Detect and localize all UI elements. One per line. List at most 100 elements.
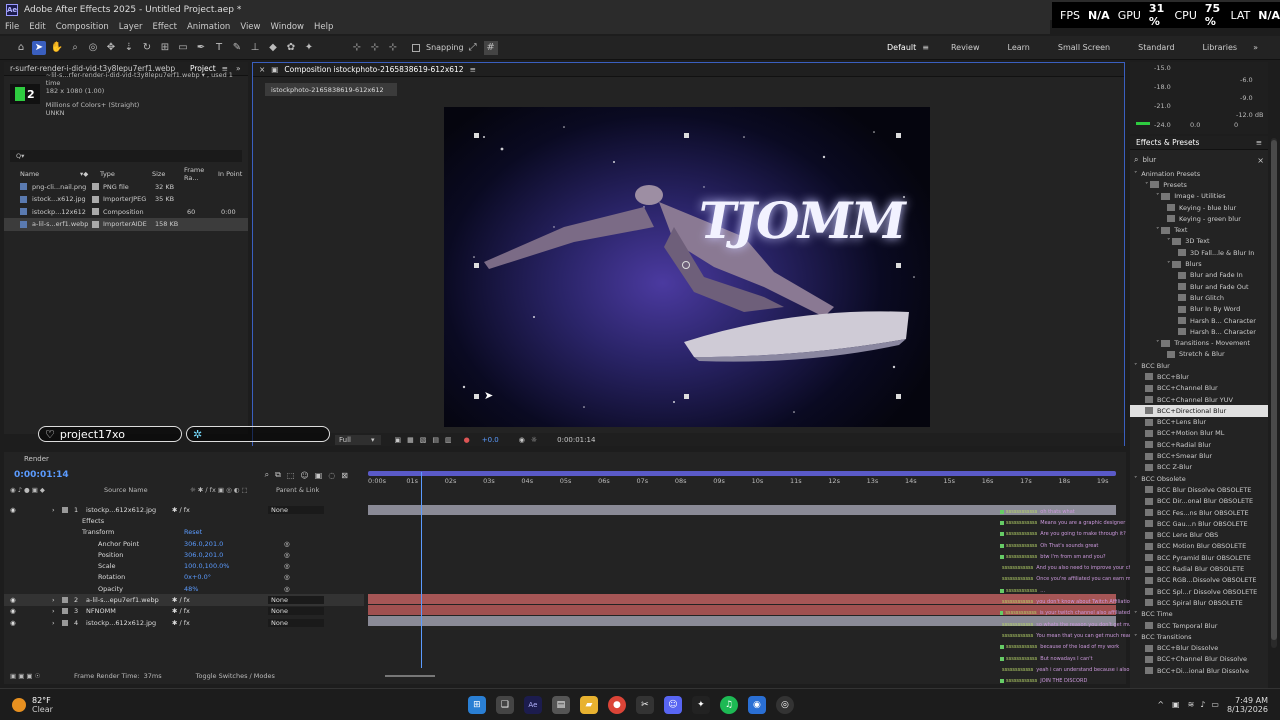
timeline-tab[interactable]: Render bbox=[24, 455, 49, 463]
discord-icon[interactable]: ☺ bbox=[663, 695, 682, 714]
effects-tree-item[interactable]: BCC Lens Blur OBS bbox=[1130, 530, 1268, 541]
layer-property[interactable]: Anchor Point 306.0,201.0 ◎ bbox=[4, 538, 364, 549]
transparency-grid-icon[interactable]: ▦ bbox=[407, 436, 414, 444]
effects-tree-item[interactable]: ˅ BCC Obsolete bbox=[1130, 473, 1268, 484]
home-icon[interactable]: ⌂ bbox=[14, 41, 28, 55]
layer-property[interactable]: Effects bbox=[4, 515, 364, 526]
battery-icon[interactable]: ▭ bbox=[1211, 700, 1219, 709]
parent-header[interactable]: Parent & Link bbox=[276, 486, 319, 494]
expression-icon[interactable]: ◎ bbox=[284, 585, 290, 593]
layer-name[interactable]: istockp...612x612.jpg bbox=[86, 619, 172, 627]
eraser-tool-icon[interactable]: ◆ bbox=[266, 41, 280, 55]
layer-property[interactable]: Rotation 0x+0.0° ◎ bbox=[4, 572, 364, 583]
time-ruler[interactable]: 0:00s 01s 02s 03s 04s 05s 06s 07s 08s 09s 10s 11s 12… bbox=[364, 477, 1124, 489]
zoom-slider[interactable] bbox=[384, 675, 435, 677]
effects-tree-item[interactable]: BCC+Blur bbox=[1130, 371, 1268, 382]
effects-tree-item[interactable]: BCC Temporal Blur bbox=[1130, 620, 1268, 631]
brush-tool-icon[interactable]: ✎ bbox=[230, 41, 244, 55]
timeline-timecode[interactable]: 0:00:01:14 bbox=[14, 470, 69, 480]
effects-tree-item[interactable]: BCC Spiral Blur OBSOLETE bbox=[1130, 597, 1268, 608]
expand-caret-icon[interactable]: › bbox=[52, 506, 62, 514]
tray-app-icon[interactable]: ▣ bbox=[1172, 700, 1180, 709]
timeline-search-icon[interactable]: ⌕ bbox=[265, 470, 269, 480]
shape-tool-icon[interactable]: ▭ bbox=[176, 41, 190, 55]
effects-tree-item[interactable]: Harsh B... Character bbox=[1130, 326, 1268, 337]
property-value[interactable]: 306.0,201.0 bbox=[184, 551, 284, 559]
visibility-eye-icon[interactable]: ◉ bbox=[10, 619, 52, 627]
comp-timecode[interactable]: 0:00:01:14 bbox=[557, 436, 595, 444]
col-fps[interactable]: Frame Ra... bbox=[184, 166, 218, 182]
graph-editor-icon[interactable]: ⊠ bbox=[341, 471, 348, 480]
obs-icon[interactable]: ◎ bbox=[775, 695, 794, 714]
pan-tool-icon[interactable]: ✥ bbox=[104, 41, 118, 55]
parent-dropdown[interactable]: None bbox=[268, 596, 324, 605]
menu-view[interactable]: View bbox=[240, 22, 260, 32]
visibility-eye-icon[interactable]: ◉ bbox=[10, 506, 52, 514]
disclosure-caret-icon[interactable]: ˅ bbox=[1167, 260, 1170, 268]
tray-chevron-icon[interactable]: ^ bbox=[1157, 700, 1164, 709]
transform-handle[interactable] bbox=[896, 263, 901, 268]
layer-switches-icons[interactable]: ✱ ∕ fx bbox=[172, 506, 268, 514]
effects-tree-item[interactable]: BCC Motion Blur OBSOLETE bbox=[1130, 541, 1268, 552]
effects-tree-item[interactable]: ˅ Blurs bbox=[1130, 258, 1268, 269]
playhead[interactable] bbox=[421, 472, 423, 668]
label-col-icon[interactable]: ▾◆ bbox=[80, 170, 100, 178]
disclosure-caret-icon[interactable]: ˅ bbox=[1134, 633, 1137, 641]
effects-tree-item[interactable]: Stretch & Blur bbox=[1130, 349, 1268, 360]
file-explorer-icon[interactable]: ▰ bbox=[579, 695, 598, 714]
comp-lock-icon[interactable]: ▣ bbox=[271, 65, 278, 74]
transform-handle[interactable] bbox=[474, 263, 479, 268]
snapping-checkbox[interactable] bbox=[412, 43, 420, 52]
comp-tab[interactable]: Composition istockphoto-2165838619-612x6… bbox=[284, 65, 463, 74]
disclosure-caret-icon[interactable]: ˅ bbox=[1156, 339, 1159, 347]
effects-tree-item[interactable]: Keying - green blur bbox=[1130, 213, 1268, 224]
menu-composition[interactable]: Composition bbox=[56, 22, 109, 32]
workspace-small-screen[interactable]: Small Screen bbox=[1058, 43, 1110, 52]
effects-tree-item[interactable]: BCC Pyramid Blur OBSOLETE bbox=[1130, 552, 1268, 563]
chrome-icon[interactable]: ● bbox=[607, 695, 626, 714]
capcut-icon[interactable]: ✂ bbox=[635, 695, 654, 714]
clock-date[interactable]: 8/13/2026 bbox=[1227, 705, 1268, 714]
snap-icon[interactable]: ⤢ bbox=[466, 41, 480, 55]
source-name-header[interactable]: Source Name bbox=[104, 486, 190, 494]
expression-icon[interactable]: ◎ bbox=[284, 562, 290, 570]
layer-row[interactable]: ◉ › 2 a-lil-s...epu7erf1.webp ✱ ∕ fx None bbox=[4, 594, 364, 606]
menu-edit[interactable]: Edit bbox=[29, 22, 45, 32]
layer-label-color-icon[interactable] bbox=[62, 506, 68, 513]
disclosure-caret-icon[interactable]: ˅ bbox=[1156, 192, 1159, 200]
roto-tool-icon[interactable]: ✿ bbox=[284, 41, 298, 55]
disclosure-caret-icon[interactable]: ˅ bbox=[1134, 475, 1137, 483]
transform-handle[interactable] bbox=[684, 394, 689, 399]
effects-tree-item[interactable]: Blur and Fade In bbox=[1130, 270, 1268, 281]
layer-label-color-icon[interactable] bbox=[62, 619, 68, 626]
exposure-value[interactable]: +0.0 bbox=[482, 436, 499, 444]
workspace-learn[interactable]: Learn bbox=[1008, 43, 1030, 52]
color-icon[interactable]: ● bbox=[464, 436, 470, 444]
effects-tree-item[interactable]: BCC+Di...ional Blur Dissolve bbox=[1130, 665, 1268, 676]
pen-tool-icon[interactable]: ✒ bbox=[194, 41, 208, 55]
layer-label-color-icon[interactable] bbox=[62, 597, 68, 604]
effects-tree-item[interactable]: Blur In By Word bbox=[1130, 304, 1268, 315]
col-size[interactable]: Size bbox=[152, 170, 184, 178]
effects-tree-item[interactable]: ˅ BCC Time bbox=[1130, 609, 1268, 620]
effects-tree-item[interactable]: ˅ Animation Presets bbox=[1130, 168, 1268, 179]
effects-tree-item[interactable]: BCC+Motion Blur ML bbox=[1130, 428, 1268, 439]
clear-search-icon[interactable]: × bbox=[1257, 156, 1264, 165]
project-search-input[interactable]: Q▾ bbox=[10, 150, 242, 162]
transform-handle[interactable] bbox=[896, 394, 901, 399]
effects-tree-item[interactable]: BCC+Lens Blur bbox=[1130, 417, 1268, 428]
toggle-switches-button[interactable]: Toggle Switches / Modes bbox=[196, 672, 275, 680]
expression-icon[interactable]: ◎ bbox=[284, 573, 290, 581]
effects-tree-item[interactable]: 3D Fall...le & Blur In bbox=[1130, 247, 1268, 258]
property-value[interactable]: 0x+0.0° bbox=[184, 573, 284, 581]
layer-property[interactable]: Transform Reset bbox=[4, 527, 364, 538]
disclosure-caret-icon[interactable]: ˅ bbox=[1134, 362, 1137, 370]
region-icon[interactable]: ▣ bbox=[395, 436, 402, 444]
project-item[interactable]: a-lil-s...erf1.webp ImporterAIDE 158 KB bbox=[4, 218, 248, 231]
layer-name[interactable]: a-lil-s...epu7erf1.webp bbox=[86, 596, 172, 604]
zoom-tool-icon[interactable]: ⌕ bbox=[68, 41, 82, 55]
effects-tree-item[interactable]: BCC+Radial Blur bbox=[1130, 439, 1268, 450]
transform-handle[interactable] bbox=[474, 133, 479, 138]
comp-sub-tab[interactable]: istockphoto-2165838619-612x612 bbox=[265, 83, 397, 96]
visibility-eye-icon[interactable]: ◉ bbox=[10, 607, 52, 615]
